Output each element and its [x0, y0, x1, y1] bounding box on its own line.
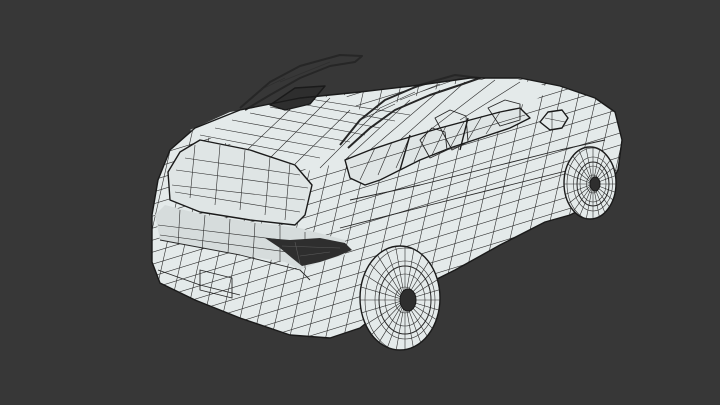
- car-body: [151, 54, 623, 339]
- car-wireframe-model: [151, 54, 623, 351]
- rear-wheel-hub: [399, 288, 417, 312]
- front-wheel-hub: [589, 176, 601, 192]
- 3d-viewport[interactable]: [0, 0, 720, 405]
